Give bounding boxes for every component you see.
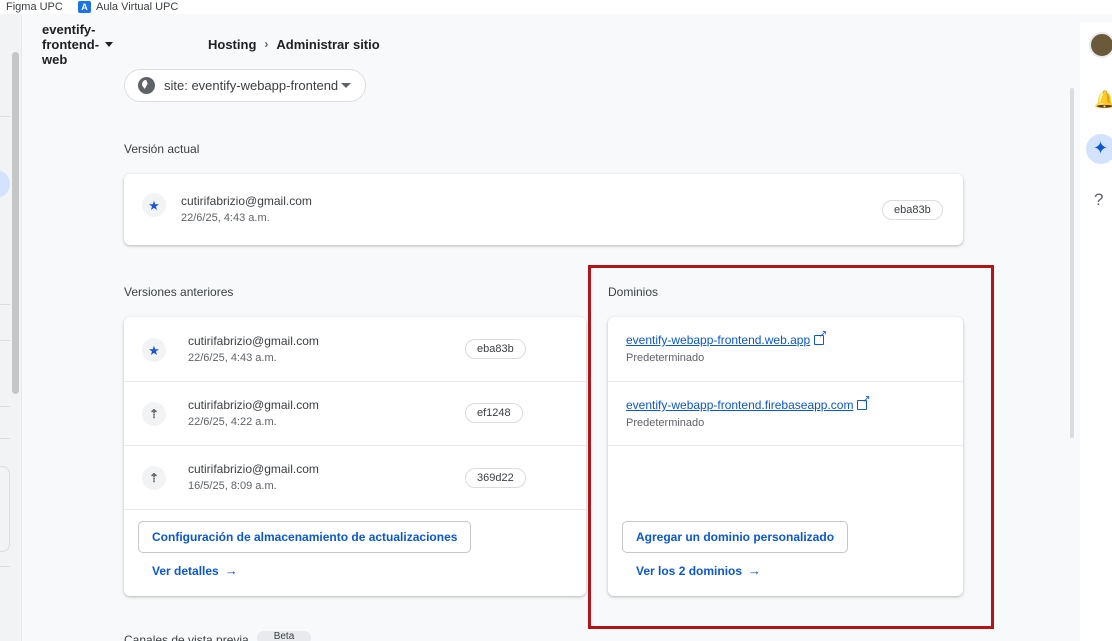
breadcrumb: Hosting › Administrar sitio: [208, 26, 380, 62]
arrow-right-icon: →: [224, 563, 238, 578]
deploy-date: 22/6/25, 4:43 a.m.: [181, 212, 270, 224]
row-divider: [124, 509, 586, 510]
domains-card: eventify-webapp-frontend.web.app Predete…: [608, 317, 963, 596]
right-rail: 🔔 ✦ ?: [1080, 22, 1112, 641]
bookmark-label: Figma UPC: [6, 0, 63, 13]
deployer-email: cutirifabrizio@gmail.com: [181, 194, 312, 208]
upload-icon: ⇡: [142, 466, 166, 490]
breadcrumb-hosting[interactable]: Hosting: [208, 37, 256, 52]
current-version-title: Versión actual: [124, 142, 200, 156]
deployer-email: cutirifabrizio@gmail.com: [188, 398, 319, 412]
view-details-link[interactable]: Ver detalles →: [152, 563, 238, 578]
version-hash-chip[interactable]: 369d22: [465, 468, 526, 488]
help-icon[interactable]: ?: [1094, 190, 1103, 210]
external-link-icon: [857, 394, 870, 410]
version-hash-chip[interactable]: eba83b: [882, 200, 943, 220]
divider: [0, 340, 10, 341]
star-icon: ★: [142, 193, 166, 217]
star-icon: ★: [142, 338, 166, 362]
bookmark-figma[interactable]: Figma UPC: [6, 0, 63, 13]
deploy-date: 22/6/25, 4:22 a.m.: [188, 416, 277, 428]
left-scrollbar[interactable]: [12, 52, 19, 394]
breadcrumb-current: Administrar sitio: [276, 36, 380, 52]
project-name: eventify-frontend-web: [42, 21, 100, 67]
bookmarks-bar: Figma UPC A Aula Virtual UPC: [0, 0, 1112, 14]
bell-icon[interactable]: 🔔: [1094, 90, 1112, 110]
site-selector-label: site: eventify-webapp-frontend: [164, 78, 339, 93]
main-scrollbar[interactable]: [1070, 88, 1074, 438]
previous-versions-title: Versiones anteriores: [124, 285, 234, 299]
view-all-domains-label: Ver los 2 dominios: [636, 563, 743, 578]
row-divider: [608, 445, 963, 446]
domain-link[interactable]: eventify-webapp-frontend.web.app: [626, 329, 827, 347]
avatar[interactable]: [1089, 32, 1112, 58]
divider: [0, 566, 10, 567]
domain-url: eventify-webapp-frontend.firebaseapp.com: [626, 398, 854, 412]
external-link-icon: [814, 329, 827, 345]
domain-url: eventify-webapp-frontend.web.app: [626, 333, 811, 347]
globe-icon: [138, 77, 155, 94]
left-nav-rail: [0, 14, 22, 641]
previous-versions-card: ★ cutirifabrizio@gmail.com 22/6/25, 4:43…: [124, 317, 586, 596]
view-details-label: Ver detalles: [152, 563, 219, 578]
dropdown-arrow-icon: [341, 83, 351, 88]
beta-badge: Beta: [257, 631, 311, 641]
current-version-card: ★ cutirifabrizio@gmail.com 22/6/25, 4:43…: [124, 174, 963, 245]
deploy-date: 16/5/25, 8:09 a.m.: [188, 480, 277, 492]
chevron-right-icon: ›: [264, 37, 269, 51]
domains-title: Dominios: [608, 285, 659, 299]
domain-link[interactable]: eventify-webapp-frontend.firebaseapp.com: [626, 394, 870, 412]
divider: [0, 116, 10, 117]
deployer-email: cutirifabrizio@gmail.com: [188, 334, 319, 348]
bookmark-aula-virtual[interactable]: A Aula Virtual UPC: [78, 0, 178, 13]
domain-default-label: Predeterminado: [626, 417, 705, 429]
active-nav-indicator[interactable]: [0, 170, 10, 198]
deploy-date: 22/6/25, 4:43 a.m.: [188, 352, 277, 364]
divider: [0, 438, 10, 439]
bookmark-label: Aula Virtual UPC: [96, 0, 179, 13]
row-divider: [124, 381, 586, 382]
nav-panel: [0, 466, 10, 552]
divider: [0, 406, 10, 407]
aula-virtual-icon: A: [78, 0, 91, 13]
version-hash-chip[interactable]: ef1248: [465, 403, 523, 423]
version-hash-chip[interactable]: eba83b: [465, 339, 526, 359]
arrow-right-icon: →: [748, 563, 762, 578]
project-selector[interactable]: eventify-frontend-web: [42, 22, 114, 67]
chevron-down-icon: [105, 41, 114, 47]
sparkle-icon: ✦: [1093, 138, 1109, 158]
site-selector[interactable]: site: eventify-webapp-frontend: [124, 69, 366, 102]
deployer-email: cutirifabrizio@gmail.com: [188, 462, 319, 476]
upload-icon: ⇡: [142, 402, 166, 426]
domain-default-label: Predeterminado: [626, 352, 705, 364]
row-divider: [608, 381, 963, 382]
preview-channels-title: Canales de vista previa: [124, 633, 249, 641]
row-divider: [124, 445, 586, 446]
storage-settings-button[interactable]: Configuración de almacenamiento de actua…: [138, 521, 472, 553]
add-custom-domain-button[interactable]: Agregar un dominio personalizado: [622, 521, 849, 553]
divider: [0, 304, 10, 305]
view-all-domains-link[interactable]: Ver los 2 dominios →: [636, 563, 761, 578]
